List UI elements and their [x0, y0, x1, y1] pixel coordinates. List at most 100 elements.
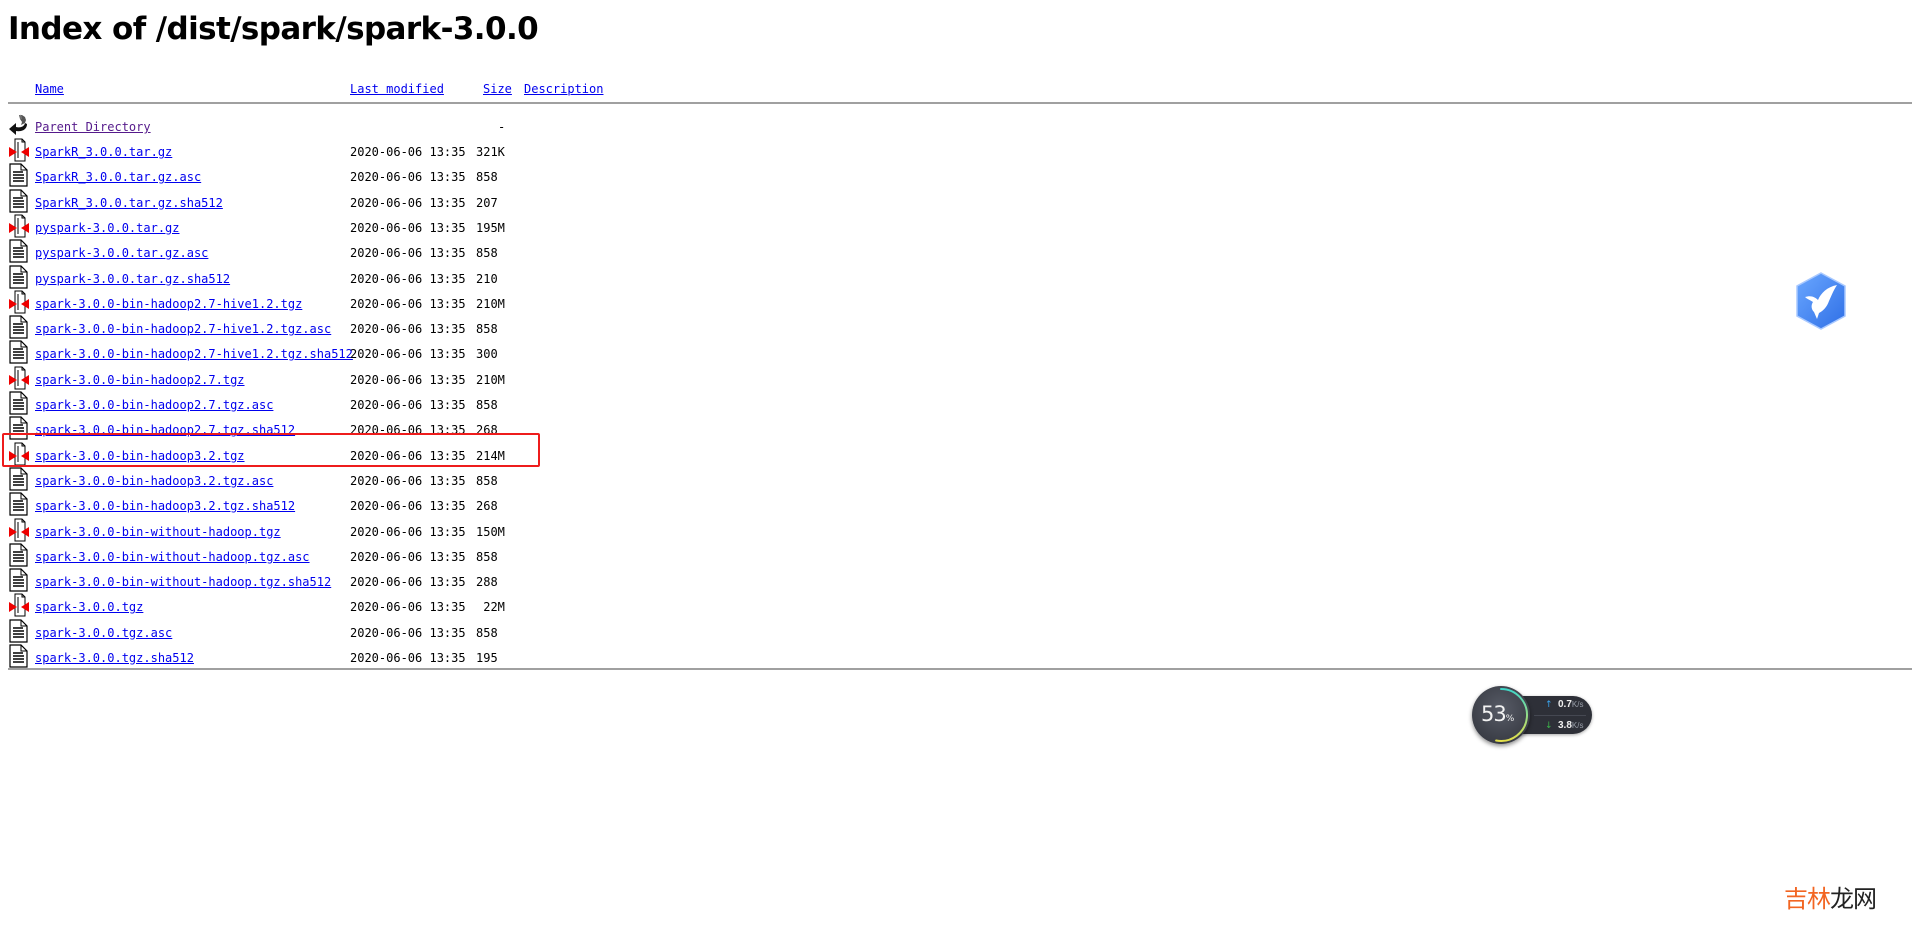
memory-usage-gauge[interactable]: 53%	[1472, 686, 1530, 744]
file-link[interactable]: SparkR_3.0.0.tar.gz	[35, 144, 172, 160]
download-unit: K/s	[1571, 721, 1584, 730]
file-link[interactable]: pyspark-3.0.0.tar.gz.asc	[35, 245, 208, 261]
usage-percent-sign: %	[1505, 714, 1515, 724]
file-link[interactable]: spark-3.0.0-bin-hadoop2.7.tgz	[35, 372, 245, 388]
text-file-icon	[8, 188, 30, 213]
file-link[interactable]: spark-3.0.0-bin-without-hadoop.tgz.asc	[35, 549, 310, 565]
file-size: 321K	[476, 145, 505, 159]
file-link[interactable]: spark-3.0.0-bin-hadoop2.7-hive1.2.tgz.sh…	[35, 346, 353, 362]
usage-percent: 53%	[1481, 701, 1514, 732]
text-file-icon	[8, 163, 30, 187]
text-file-icon	[8, 264, 30, 289]
file-row: pyspark-3.0.0.tar.gz.asc 2020-06-06 13:35…	[8, 239, 568, 266]
file-size: 22M	[476, 600, 505, 615]
column-header-modified-wrap: Last modified	[350, 81, 444, 97]
network-speed-widget[interactable]: ↑ 0.7K/s ↓ 3.8K/s 53%	[1472, 686, 1594, 748]
archive-icon	[8, 138, 30, 162]
file-size: 210M	[476, 372, 505, 387]
file-link[interactable]: spark-3.0.0-bin-hadoop2.7-hive1.2.tgz	[35, 296, 302, 312]
file-date: 2020-06-06 13:35	[350, 246, 466, 261]
file-row: spark-3.0.0-bin-hadoop3.2.tgz.sha512 2020…	[8, 492, 568, 519]
file-link[interactable]: spark-3.0.0.tgz.asc	[35, 625, 172, 641]
download-arrow-icon: ↓	[1545, 721, 1553, 731]
file-row: pyspark-3.0.0.tar.gz.sha512 2020-06-06 13…	[8, 264, 568, 292]
file-row: SparkR_3.0.0.tar.gz 2020-06-06 13:35 321K	[8, 138, 568, 165]
file-row: spark-3.0.0.tgz.asc 2020-06-06 13:35 858	[8, 619, 568, 646]
file-link[interactable]: pyspark-3.0.0.tar.gz.sha512	[35, 271, 230, 287]
file-row: spark-3.0.0-bin-hadoop2.7-hive1.2.tgz.sh…	[8, 340, 568, 367]
usage-percent-value: 53	[1481, 702, 1507, 726]
download-value: 3.8	[1558, 720, 1572, 731]
file-link[interactable]: SparkR_3.0.0.tar.gz.asc	[35, 169, 201, 185]
parent-size: -	[498, 120, 506, 134]
file-row: SparkR_3.0.0.tar.gz.sha512 2020-06-06 13:…	[8, 188, 568, 216]
file-row: spark-3.0.0-bin-without-hadoop.tgz 2020-0…	[8, 518, 568, 545]
file-link[interactable]: spark-3.0.0.tgz	[35, 599, 143, 615]
file-link[interactable]: spark-3.0.0-bin-hadoop2.7.tgz.asc	[35, 397, 273, 413]
file-row: spark-3.0.0-bin-without-hadoop.tgz.asc 20…	[8, 543, 568, 570]
file-row: spark-3.0.0-bin-hadoop3.2.tgz.asc 2020-06…	[8, 467, 568, 494]
text-file-icon	[8, 340, 30, 364]
file-date: 2020-06-06 13:35	[350, 499, 466, 514]
file-size: 858	[476, 170, 498, 185]
watermark: 吉林龙网	[1784, 884, 1877, 914]
file-row: spark-3.0.0-bin-hadoop2.7-hive1.2.tgz 202…	[8, 290, 568, 317]
archive-icon	[8, 593, 30, 617]
watermark-part1: 吉林	[1784, 885, 1831, 913]
file-size: 858	[476, 549, 498, 564]
file-date: 2020-06-06 13:35	[350, 145, 466, 159]
file-link[interactable]: spark-3.0.0-bin-hadoop3.2.tgz.sha512	[35, 498, 295, 514]
text-file-icon	[8, 315, 30, 339]
text-file-icon	[8, 492, 30, 516]
file-date: 2020-06-06 13:35	[350, 271, 466, 286]
file-size: 195	[476, 651, 498, 665]
file-size: 858	[476, 625, 498, 640]
file-link[interactable]: SparkR_3.0.0.tar.gz.sha512	[35, 195, 223, 211]
file-link[interactable]: spark-3.0.0-bin-hadoop2.7-hive1.2.tgz.as…	[35, 321, 331, 337]
text-file-icon	[8, 467, 30, 491]
file-link[interactable]: pyspark-3.0.0.tar.gz	[35, 220, 180, 236]
highlight-box	[2, 433, 540, 467]
text-file-icon	[8, 644, 30, 668]
file-size: 858	[476, 473, 498, 488]
upload-value: 0.7	[1558, 699, 1572, 710]
header-divider	[8, 102, 1912, 104]
file-row: spark-3.0.0-bin-hadoop2.7.tgz 2020-06-06 …	[8, 366, 568, 393]
file-size: 288	[476, 575, 498, 590]
column-header-name-wrap: Name	[35, 81, 64, 97]
file-date: 2020-06-06 13:35	[350, 473, 466, 488]
file-link[interactable]: spark-3.0.0.tgz.sha512	[35, 650, 194, 666]
upload-rate: 0.7K/s	[1558, 699, 1583, 711]
file-size: 210	[476, 271, 498, 286]
watermark-part2: 龙网	[1830, 885, 1877, 913]
sort-by-size-link[interactable]: Size	[483, 82, 512, 96]
column-header-size-wrap: Size	[483, 81, 512, 97]
file-date: 2020-06-06 13:35	[350, 625, 466, 640]
parent-directory-row: Parent Directory -	[8, 113, 568, 140]
file-date: 2020-06-06 13:35	[350, 347, 466, 362]
file-row: spark-3.0.0-bin-without-hadoop.tgz.sha51…	[8, 568, 568, 595]
file-size: 150M	[476, 524, 505, 539]
sort-by-description-link[interactable]: Description	[524, 82, 603, 96]
file-link[interactable]: spark-3.0.0-bin-without-hadoop.tgz.sha51…	[35, 574, 331, 590]
file-row: spark-3.0.0-bin-hadoop2.7-hive1.2.tgz.as…	[8, 315, 568, 342]
archive-icon	[8, 290, 30, 314]
file-row: SparkR_3.0.0.tar.gz.asc 2020-06-06 13:35 8…	[8, 163, 568, 190]
file-link[interactable]: spark-3.0.0-bin-hadoop3.2.tgz.asc	[35, 473, 273, 489]
text-file-icon	[8, 568, 30, 592]
bird-icon[interactable]	[1793, 271, 1849, 331]
parent-directory-link[interactable]: Parent Directory	[35, 119, 151, 135]
text-file-icon	[8, 543, 30, 567]
upload-unit: K/s	[1571, 700, 1584, 709]
file-size: 268	[476, 499, 498, 514]
file-size: 195M	[476, 220, 505, 235]
file-date: 2020-06-06 13:35	[350, 195, 466, 210]
file-size: 207	[476, 195, 498, 210]
back-arrow-icon	[8, 113, 30, 137]
file-date: 2020-06-06 13:35	[350, 524, 466, 539]
file-size: 858	[476, 398, 498, 412]
file-link[interactable]: spark-3.0.0-bin-without-hadoop.tgz	[35, 524, 281, 540]
sort-by-last-modified-link[interactable]: Last modified	[350, 82, 444, 96]
sort-by-name-link[interactable]: Name	[35, 82, 64, 96]
file-size: 210M	[476, 296, 505, 311]
